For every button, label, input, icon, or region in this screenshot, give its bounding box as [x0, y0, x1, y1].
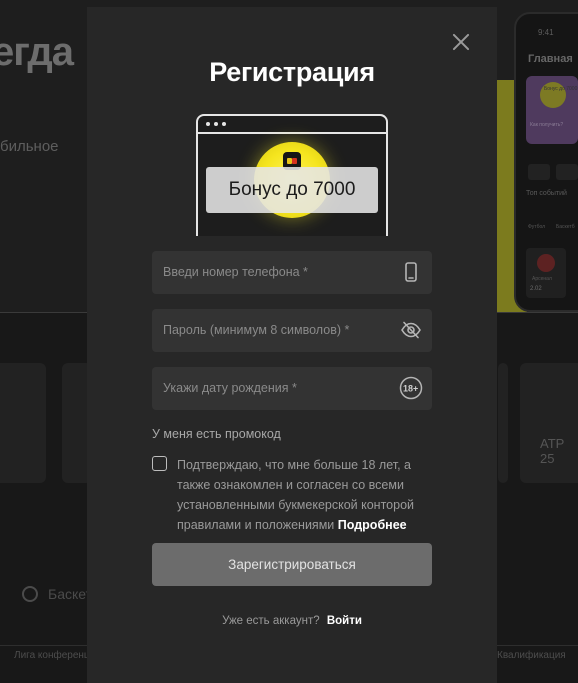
registration-modal: Регистрация Бонус до 7000 Введи номер те…	[87, 7, 497, 683]
bonus-banner: Бонус до 7000	[196, 114, 388, 236]
modal-title: Регистрация	[209, 57, 375, 87]
phone-team-card: Арсенал 2.02	[526, 248, 566, 298]
team-crest-icon	[537, 254, 555, 272]
phone-time: 9:41	[538, 28, 554, 37]
phone-promo-card: Бонус до 7000 Как получить?	[526, 76, 578, 144]
phone-team-name: Арсенал	[532, 276, 552, 282]
consent-checkbox[interactable]	[152, 456, 167, 471]
consent-more-link[interactable]: Подробнее	[338, 518, 407, 532]
consent-text-block: Подтверждаю, что мне больше 18 лет, а та…	[177, 455, 439, 535]
hero-title: егда	[0, 30, 74, 74]
phone-placeholder: Введи номер телефона *	[163, 265, 308, 279]
background-card	[0, 363, 46, 483]
page: егда бильное 9:41 Главная Бонус до 7000 …	[0, 0, 578, 683]
background-tab-left: Лига конференц	[14, 650, 90, 661]
age-18-icon: 18+	[399, 376, 423, 400]
background-sport-item: Баскет	[22, 586, 92, 602]
password-field[interactable]: Пароль (минимум 8 символов) *	[152, 309, 432, 352]
phone-field[interactable]: Введи номер телефона *	[152, 251, 432, 294]
background-sport-label: Баскет	[48, 586, 92, 602]
bonus-text: Бонус до 7000	[206, 167, 378, 213]
phone-home-title: Главная	[528, 53, 573, 65]
birthdate-placeholder: Укажи дату рождения *	[163, 381, 297, 395]
phone-odds: 2.02	[530, 286, 542, 292]
register-button[interactable]: Зарегистрироваться	[152, 543, 432, 586]
promo-code-link[interactable]: У меня есть промокод	[152, 427, 281, 441]
phone-promo-text: Бонус до 7000	[544, 86, 578, 92]
age-badge-text: 18+	[403, 383, 418, 393]
background-tab-right: Квалификация	[497, 650, 566, 661]
eye-slash-icon[interactable]	[400, 319, 422, 341]
have-account-text: Уже есть аккаунт?	[222, 615, 320, 627]
phone-sport-football: Футбол	[528, 224, 546, 230]
phone-sport-basketball: Баскетб	[556, 224, 575, 230]
phone-promo-question: Как получить?	[530, 122, 564, 128]
background-atp-label: ATP 25	[540, 436, 565, 466]
smartphone-icon	[405, 262, 417, 282]
login-link[interactable]: Войти	[327, 615, 362, 627]
hero-phone-mockup: 9:41 Главная Бонус до 7000 Как получить?…	[514, 12, 578, 312]
basketball-icon	[22, 586, 38, 602]
phone-top-events: Топ событий	[526, 190, 567, 197]
birthdate-field[interactable]: Укажи дату рождения * 18+	[152, 367, 432, 410]
close-icon[interactable]	[448, 29, 474, 55]
password-placeholder: Пароль (минимум 8 символов) *	[163, 323, 350, 337]
background-card	[498, 363, 508, 483]
hero-subtitle: бильное	[0, 138, 59, 155]
login-prompt: Уже есть аккаунт? Войти	[87, 615, 497, 627]
